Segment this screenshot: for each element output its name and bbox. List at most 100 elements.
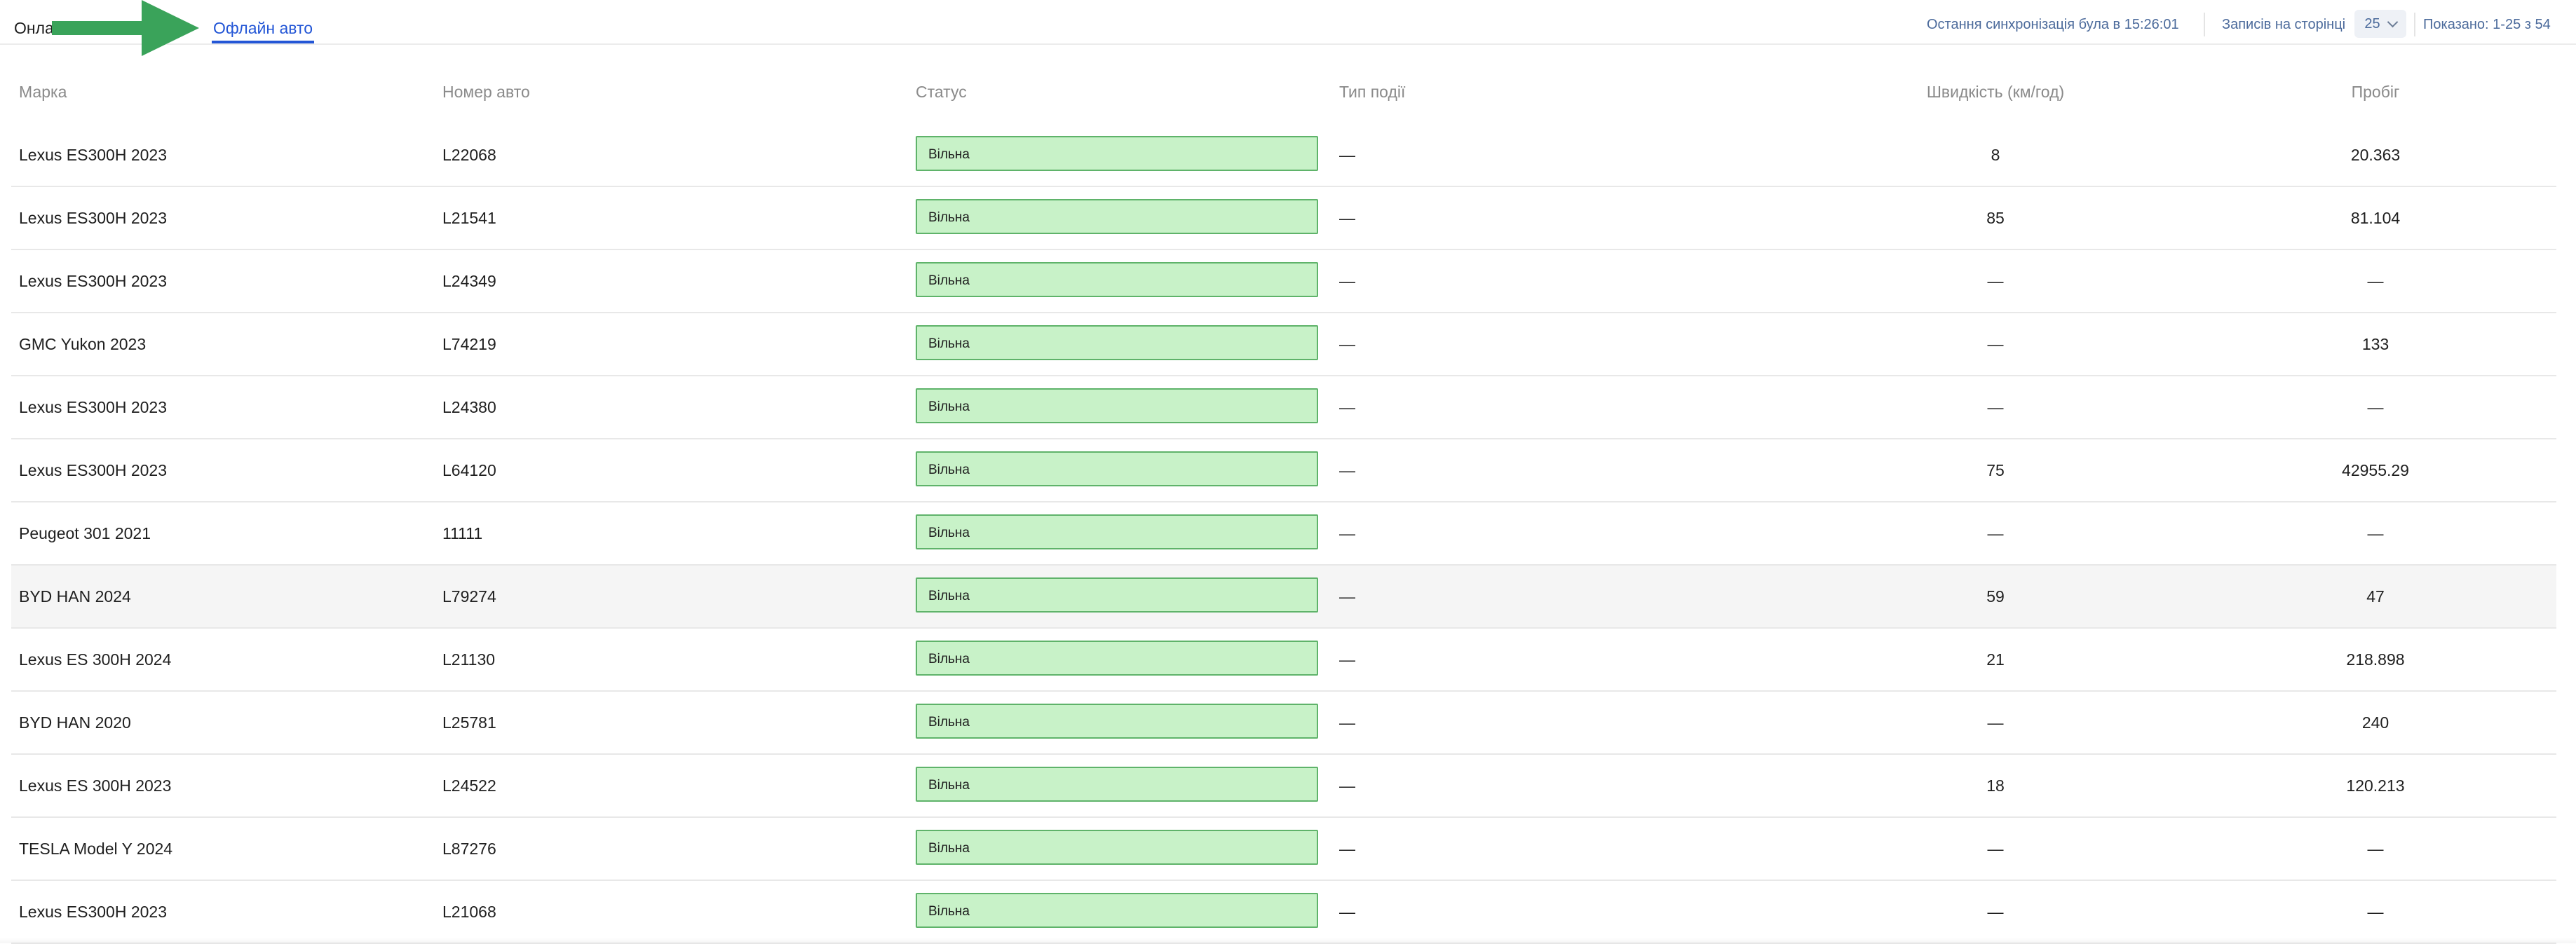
cell-brand: Lexus ES300H 2023	[19, 398, 167, 416]
cell-speed: —	[1987, 335, 2004, 353]
table-header: Марка Номер авто Статус Тип події Швидкі…	[11, 71, 2556, 114]
cell-mileage: 42955.29	[2342, 461, 2409, 479]
cell-event-type: —	[1339, 524, 1355, 542]
cell-plate: L22068	[442, 146, 496, 164]
cell-plate: L79274	[442, 587, 496, 606]
cell-event-type: —	[1339, 398, 1355, 416]
column-header-plate[interactable]: Номер авто	[442, 83, 530, 102]
cell-plate: L24349	[442, 272, 496, 290]
cell-event-type: —	[1339, 272, 1355, 290]
cell-mileage: 47	[2366, 587, 2385, 606]
cell-plate: L21541	[442, 209, 496, 227]
column-header-brand[interactable]: Марка	[19, 83, 67, 102]
cell-mileage: 81.104	[2350, 209, 2401, 227]
top-bar: Онлайн авто Офлайн авто Остання синхроні…	[0, 0, 2576, 56]
cell-plate: L25781	[442, 713, 496, 732]
cell-event-type: —	[1339, 146, 1355, 164]
cell-brand: Lexus ES 300H 2023	[19, 777, 172, 795]
green-arrow-icon	[52, 0, 199, 56]
chevron-down-icon	[2387, 16, 2398, 28]
divider	[2414, 13, 2415, 36]
cell-mileage: 120.213	[2346, 777, 2405, 795]
per-page-select[interactable]: 25	[2354, 10, 2406, 38]
cell-speed: —	[1987, 524, 2004, 542]
cell-plate: L24380	[442, 398, 496, 416]
table-row[interactable]: TESLA Model Y 2024 L87276 Вільна — — —	[11, 818, 2556, 881]
cell-mileage: —	[2367, 524, 2384, 542]
cell-event-type: —	[1339, 209, 1355, 227]
column-header-event-type[interactable]: Тип події	[1339, 83, 1405, 102]
tab-offline-cars[interactable]: Офлайн авто	[212, 13, 315, 43]
status-badge: Вільна	[916, 325, 1318, 360]
cell-event-type: —	[1339, 777, 1355, 795]
cell-brand: Lexus ES300H 2023	[19, 146, 167, 164]
cell-speed: 18	[1986, 777, 2005, 795]
cell-event-type: —	[1339, 650, 1355, 669]
status-badge: Вільна	[916, 199, 1318, 234]
sync-status-text: Остання синхронізація була в 15:26:01	[1927, 17, 2179, 32]
divider	[2204, 13, 2205, 36]
column-header-speed[interactable]: Швидкість (км/год)	[1915, 83, 2076, 102]
table-row[interactable]: Lexus ES 300H 2024 L21130 Вільна — 21 21…	[11, 629, 2556, 692]
per-page-label: Записів на сторінці	[2222, 17, 2346, 32]
status-badge: Вільна	[916, 388, 1318, 423]
status-badge: Вільна	[916, 451, 1318, 486]
cell-brand: BYD HAN 2020	[19, 713, 131, 732]
cell-mileage: 133	[2361, 335, 2389, 353]
cell-speed: 75	[1986, 461, 2005, 479]
pagination-info: Показано: 1-25 з 54	[2423, 17, 2551, 32]
cell-plate: L87276	[442, 840, 496, 858]
cell-mileage: —	[2367, 903, 2384, 921]
column-header-mileage[interactable]: Пробіг	[2305, 83, 2446, 102]
status-badge: Вільна	[916, 577, 1318, 613]
table-row[interactable]: Lexus ES300H 2023 L21068 Вільна — — —	[11, 881, 2556, 944]
cell-plate: L24522	[442, 777, 496, 795]
table-row-hovered[interactable]: BYD HAN 2024 L79274 Вільна — 59 47	[11, 566, 2556, 629]
per-page-value: 25	[2364, 15, 2380, 32]
cell-brand: Peugeot 301 2021	[19, 524, 151, 542]
status-badge: Вільна	[916, 262, 1318, 297]
table-row[interactable]: GMC Yukon 2023 L74219 Вільна — — 133	[11, 313, 2556, 376]
status-badge: Вільна	[916, 893, 1318, 928]
table-row[interactable]: Lexus ES300H 2023 L24380 Вільна — — —	[11, 376, 2556, 439]
table-row[interactable]: Lexus ES300H 2023 L24349 Вільна — — —	[11, 250, 2556, 313]
bottom-shadow	[0, 938, 2576, 943]
table-row[interactable]: Lexus ES300H 2023 L21541 Вільна — 85 81.…	[11, 187, 2556, 250]
cell-plate: 11111	[442, 524, 483, 542]
cell-plate: L64120	[442, 461, 496, 479]
cell-plate: L21130	[442, 650, 496, 669]
cell-plate: L74219	[442, 335, 496, 353]
table-row[interactable]: Lexus ES 300H 2023 L24522 Вільна — 18 12…	[11, 755, 2556, 818]
cell-event-type: —	[1339, 335, 1355, 353]
cell-brand: Lexus ES 300H 2024	[19, 650, 172, 669]
cell-brand: Lexus ES300H 2023	[19, 272, 167, 290]
table-row[interactable]: Peugeot 301 2021 11111 Вільна — — —	[11, 502, 2556, 566]
cell-event-type: —	[1339, 461, 1355, 479]
table-row[interactable]: BYD HAN 2020 L25781 Вільна — — 240	[11, 692, 2556, 755]
cell-brand: TESLA Model Y 2024	[19, 840, 173, 858]
cell-brand: Lexus ES300H 2023	[19, 461, 167, 479]
cell-mileage: —	[2367, 272, 2384, 290]
cell-event-type: —	[1339, 587, 1355, 606]
cell-mileage: 20.363	[2350, 146, 2401, 164]
cell-mileage: 218.898	[2346, 650, 2405, 669]
cell-event-type: —	[1339, 840, 1355, 858]
status-badge: Вільна	[916, 704, 1318, 739]
cell-speed: —	[1987, 903, 2004, 921]
status-badge: Вільна	[916, 830, 1318, 865]
table-row[interactable]: Lexus ES300H 2023 L22068 Вільна — 8 20.3…	[11, 124, 2556, 187]
cell-brand: BYD HAN 2024	[19, 587, 131, 606]
status-badge: Вільна	[916, 641, 1318, 676]
table-row[interactable]: Lexus ES300H 2023 L64120 Вільна — 75 429…	[11, 439, 2556, 502]
cell-speed: 59	[1986, 587, 2005, 606]
cell-speed: 8	[1991, 146, 2000, 164]
cell-brand: Lexus ES300H 2023	[19, 209, 167, 227]
cell-mileage: 240	[2361, 713, 2389, 732]
cell-speed: —	[1987, 272, 2004, 290]
cell-speed: —	[1987, 840, 2004, 858]
column-header-status[interactable]: Статус	[916, 83, 967, 102]
cell-brand: Lexus ES300H 2023	[19, 903, 167, 921]
cell-speed: —	[1987, 398, 2004, 416]
status-badge: Вільна	[916, 767, 1318, 802]
table-body: Lexus ES300H 2023 L22068 Вільна — 8 20.3…	[11, 124, 2556, 944]
